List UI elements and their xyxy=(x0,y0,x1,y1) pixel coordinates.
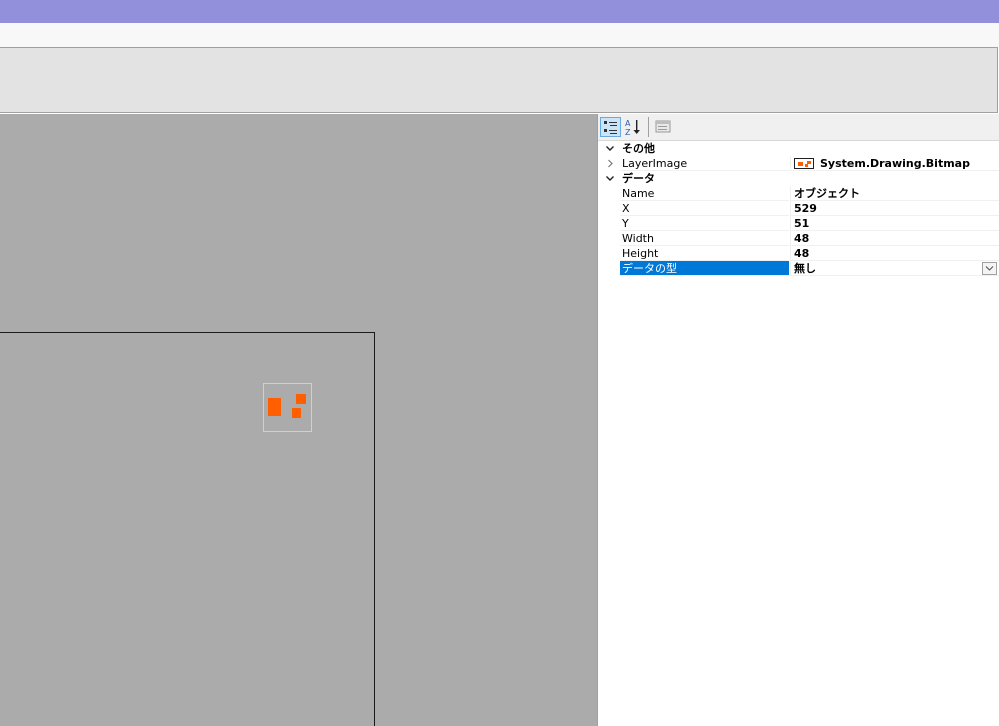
property-pages-icon[interactable] xyxy=(653,117,674,137)
tool-panel xyxy=(0,47,998,113)
property-grid-toolbar: A Z xyxy=(598,114,999,141)
property-row[interactable]: Name オブジェクト xyxy=(598,186,999,201)
property-value[interactable]: 51 xyxy=(790,216,999,231)
selected-object[interactable] xyxy=(263,383,312,432)
property-row-selected[interactable]: データの型 無し xyxy=(598,261,999,276)
dropdown-button[interactable] xyxy=(982,262,997,275)
category-row[interactable]: その他 xyxy=(598,141,999,156)
map-boundary xyxy=(0,332,375,726)
chevron-right-icon[interactable] xyxy=(604,156,616,171)
property-row[interactable]: LayerImage System.Drawing.Bitmap xyxy=(598,156,999,171)
property-value[interactable]: 529 xyxy=(790,201,999,216)
property-name: データの型 xyxy=(620,261,789,276)
categorized-icon[interactable] xyxy=(600,117,621,137)
chevron-down-icon xyxy=(985,266,994,271)
property-name: Name xyxy=(620,186,789,201)
property-value-text: 無し xyxy=(794,262,816,275)
category-label: その他 xyxy=(622,142,655,155)
sort-alphabetical-icon[interactable]: A Z xyxy=(623,117,644,137)
property-row[interactable]: X 529 xyxy=(598,201,999,216)
toolbar-separator xyxy=(648,117,649,137)
property-name: LayerImage xyxy=(620,156,789,171)
editor-canvas[interactable] xyxy=(0,114,597,726)
property-grid: A Z その他 LayerImage System.Drawing.Bitmap… xyxy=(597,114,999,726)
chevron-down-icon[interactable] xyxy=(604,141,616,156)
bitmap-thumbnail-icon xyxy=(794,158,814,169)
category-row[interactable]: データ xyxy=(598,171,999,186)
svg-text:Z: Z xyxy=(625,128,631,137)
property-row[interactable]: Height 48 xyxy=(598,246,999,261)
category-label: データ xyxy=(622,172,655,185)
menu-bar xyxy=(0,23,999,47)
object-sprite-part xyxy=(292,408,301,418)
property-name: Height xyxy=(620,246,789,261)
property-value[interactable]: System.Drawing.Bitmap xyxy=(790,156,999,171)
property-value-dropdown[interactable]: 無し xyxy=(790,261,999,276)
property-value[interactable]: 48 xyxy=(790,231,999,246)
property-value-text: System.Drawing.Bitmap xyxy=(820,157,970,170)
object-sprite-part xyxy=(268,398,281,416)
window-titlebar xyxy=(0,0,999,23)
property-value[interactable]: 48 xyxy=(790,246,999,261)
property-row[interactable]: Width 48 xyxy=(598,231,999,246)
object-sprite-part xyxy=(296,394,306,404)
svg-text:A: A xyxy=(625,119,631,128)
property-row[interactable]: Y 51 xyxy=(598,216,999,231)
property-list: その他 LayerImage System.Drawing.Bitmap データ xyxy=(598,141,999,276)
property-value[interactable]: オブジェクト xyxy=(790,186,999,201)
property-name: X xyxy=(620,201,789,216)
property-name: Width xyxy=(620,231,789,246)
property-name: Y xyxy=(620,216,789,231)
chevron-down-icon[interactable] xyxy=(604,171,616,186)
